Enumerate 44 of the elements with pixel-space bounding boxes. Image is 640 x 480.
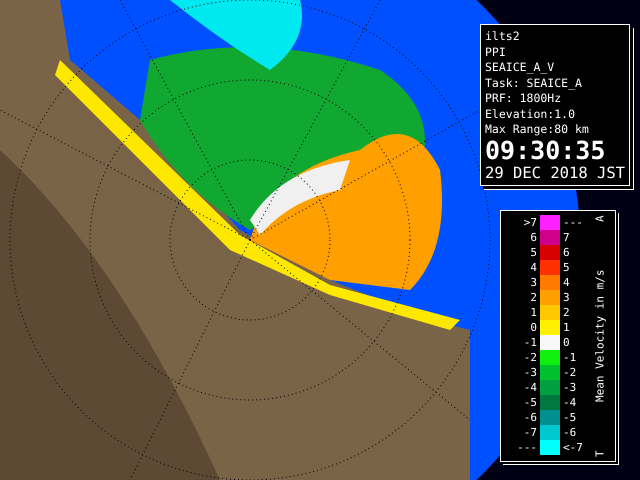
- legend-label: -3: [562, 381, 578, 394]
- legend-label: 6: [562, 246, 571, 259]
- legend-mark: A: [594, 215, 606, 222]
- legend-label: 1: [562, 321, 571, 334]
- legend-label: -5: [562, 411, 578, 424]
- legend-label: 2: [562, 306, 571, 319]
- legend-label: ---: [516, 441, 538, 454]
- info-line: PRF: 1800Hz: [485, 91, 562, 106]
- legend-label: ---: [562, 216, 584, 229]
- legend-label: 5: [562, 261, 571, 274]
- legend-label: -6: [522, 411, 538, 424]
- legend-label: 4: [529, 261, 538, 274]
- legend-label: -5: [522, 396, 538, 409]
- legend-label: 0: [529, 321, 538, 334]
- legend-mark: T: [594, 450, 606, 457]
- info-line: SEAICE_A_V: [485, 60, 556, 76]
- legend-label: 0: [562, 336, 571, 349]
- legend-label: 5: [529, 246, 538, 259]
- legend-label: <-7: [562, 441, 584, 454]
- legend-label: 6: [529, 231, 538, 244]
- info-line: Elevation:1.0: [485, 106, 576, 122]
- legend-label: 3: [529, 276, 538, 289]
- legend-label: 1: [529, 306, 538, 319]
- legend-label: -1: [522, 336, 538, 349]
- legend-label: -4: [562, 396, 578, 409]
- scan-time: 09:30:35: [485, 138, 606, 164]
- legend-label: 7: [562, 231, 571, 244]
- info-line: Max Range:80 km: [485, 122, 590, 138]
- legend-label: -1: [562, 351, 578, 364]
- legend-label: -4: [522, 381, 538, 394]
- legend-label: -3: [522, 366, 538, 379]
- legend-label: -6: [562, 426, 578, 439]
- info-line: Task: SEAICE_A: [485, 76, 583, 91]
- legend-label: 4: [562, 276, 571, 289]
- legend-label: -7: [522, 426, 538, 439]
- info-line: PPI: [485, 44, 507, 60]
- legend-label: 2: [529, 291, 538, 304]
- legend-label: >7: [522, 216, 538, 229]
- legend-label: -2: [522, 351, 538, 364]
- scan-date: 29 DEC 2018 JST: [485, 164, 625, 182]
- legend-label: 3: [562, 291, 571, 304]
- legend-label: -2: [562, 366, 578, 379]
- info-line: ilts2: [485, 29, 521, 44]
- legend-title: Mean Velocity in m/s: [594, 270, 606, 402]
